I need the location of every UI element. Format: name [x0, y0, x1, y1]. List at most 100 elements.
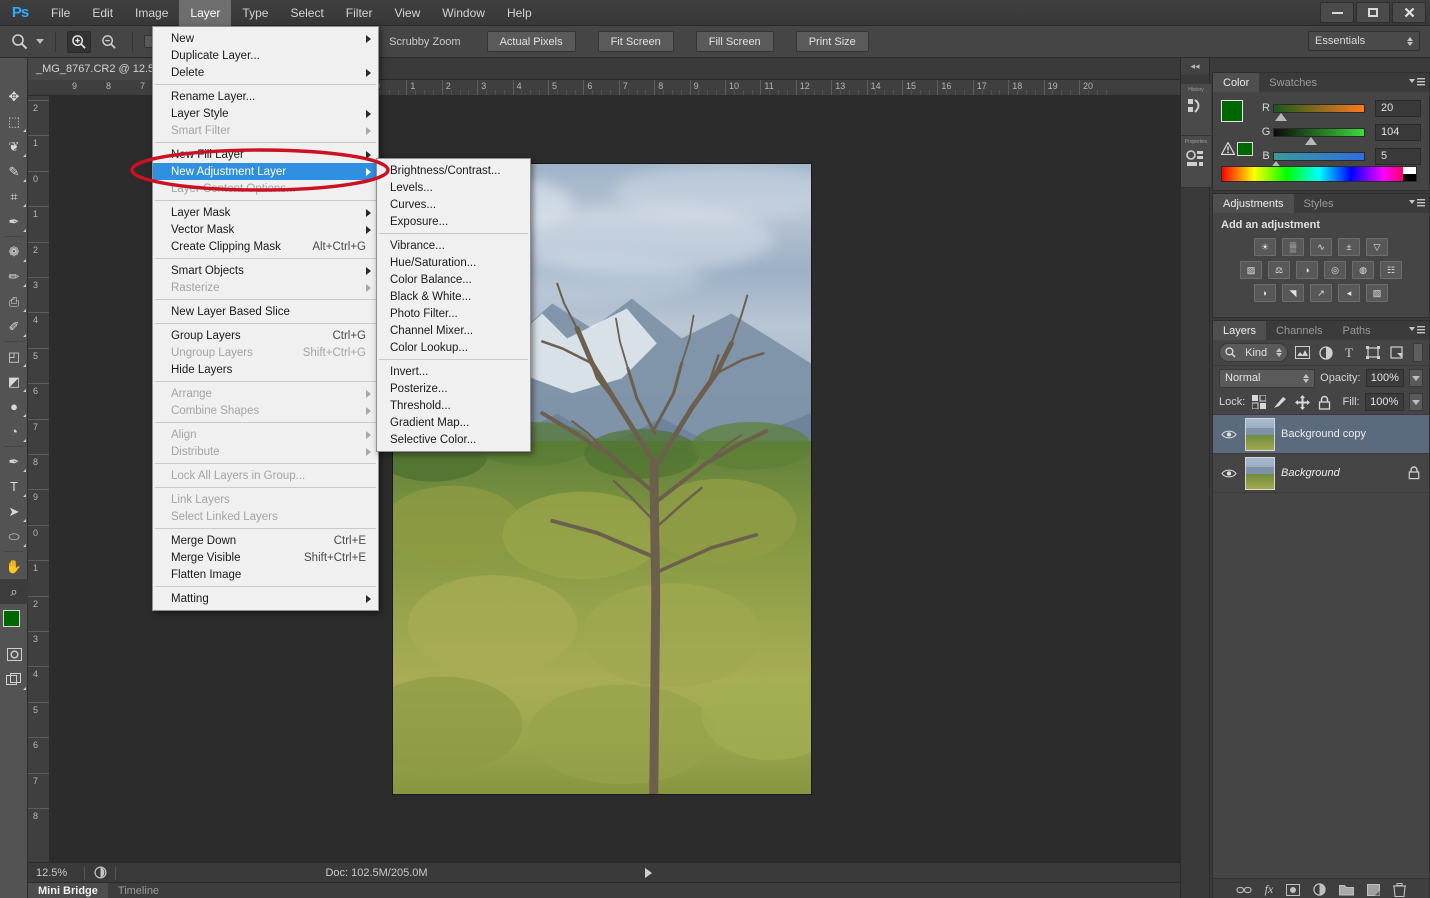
marquee-tool[interactable]: ⬚ [0, 109, 28, 134]
delete-layer-icon[interactable] [1393, 883, 1406, 897]
zoom-level-field[interactable]: 12.5% [28, 867, 84, 879]
menu-item-merge-down[interactable]: Merge DownCtrl+E [153, 532, 378, 549]
dodge-tool[interactable]: ◔ [0, 419, 28, 444]
menu-item-group-layers[interactable]: Group LayersCtrl+G [153, 327, 378, 344]
color-slider-track-b[interactable] [1273, 152, 1365, 161]
lasso-tool[interactable]: ❦ [0, 134, 28, 159]
menu-help[interactable]: Help [496, 0, 543, 26]
menu-item-smart-objects[interactable]: Smart Objects [153, 262, 378, 279]
layer-name[interactable]: Background [1281, 467, 1399, 479]
menu-image[interactable]: Image [124, 0, 179, 26]
zoom-in-icon[interactable] [67, 31, 91, 53]
clone-stamp-tool[interactable]: ⎙ [0, 289, 28, 314]
layer-row[interactable]: Background copy [1213, 415, 1429, 454]
close-button[interactable] [1392, 2, 1426, 23]
opacity-dropdown-icon[interactable] [1409, 369, 1423, 387]
preview-mode-icon[interactable] [85, 866, 115, 879]
screen-mode-icon[interactable] [0, 667, 28, 692]
color-value-g[interactable]: 104 [1375, 124, 1421, 141]
submenu-item-curves[interactable]: Curves... [377, 196, 530, 213]
submenu-item-threshold[interactable]: Threshold... [377, 397, 530, 414]
history-dock-item[interactable]: History [1181, 84, 1211, 136]
color-tab-swatches[interactable]: Swatches [1259, 73, 1327, 92]
tool-preset-chevron-icon[interactable] [36, 39, 44, 44]
menu-file[interactable]: File [40, 0, 81, 26]
adjustments-tab-styles[interactable]: Styles [1294, 194, 1344, 213]
menu-item-layer-style[interactable]: Layer Style [153, 105, 378, 122]
hand-tool[interactable]: ✋ [0, 554, 28, 579]
black-white-icon[interactable]: ◑ [1296, 261, 1318, 279]
exposure-icon[interactable]: ± [1338, 238, 1360, 256]
collapse-panels-button[interactable]: ◂◂ [1181, 58, 1209, 74]
menu-item-delete[interactable]: Delete [153, 64, 378, 81]
layer-visibility-eye-icon[interactable] [1219, 429, 1239, 440]
quick-mask-icon[interactable] [0, 642, 28, 667]
submenu-item-color-lookup[interactable]: Color Lookup... [377, 339, 530, 356]
menu-item-new-adjustment-layer[interactable]: New Adjustment Layer [153, 163, 378, 180]
adjustment-filter-icon[interactable] [1317, 343, 1335, 362]
color-panel-foreground-swatch[interactable] [1221, 100, 1243, 122]
color-slider-track-g[interactable] [1273, 128, 1365, 137]
layer-visibility-eye-icon[interactable] [1219, 468, 1239, 479]
submenu-item-channel-mixer[interactable]: Channel Mixer... [377, 322, 530, 339]
properties-dock-item[interactable]: Properties [1181, 136, 1211, 188]
maximize-button[interactable] [1356, 2, 1390, 23]
new-group-icon[interactable] [1339, 884, 1354, 896]
menu-item-new[interactable]: New [153, 30, 378, 47]
color-slider-knob-r[interactable] [1275, 113, 1287, 121]
workspace-selector[interactable]: Essentials [1308, 31, 1420, 51]
pen-tool[interactable]: ✒ [0, 449, 28, 474]
layer-name[interactable]: Background copy [1281, 428, 1423, 440]
out-of-gamut-swatch[interactable] [1237, 142, 1253, 156]
color-slider-track-r[interactable] [1273, 104, 1365, 113]
invert-icon[interactable]: ◗ [1254, 284, 1276, 302]
selective-color-icon[interactable]: ▧ [1366, 284, 1388, 302]
fit-screen-button[interactable]: Fit Screen [598, 31, 674, 52]
foreground-color-swatch[interactable] [3, 610, 20, 627]
menu-filter[interactable]: Filter [335, 0, 384, 26]
color-lookup-icon[interactable]: ☷ [1380, 261, 1402, 279]
menu-item-vector-mask[interactable]: Vector Mask [153, 221, 378, 238]
menu-select[interactable]: Select [279, 0, 334, 26]
add-layer-mask-icon[interactable] [1286, 884, 1300, 896]
quick-selection-tool[interactable]: ✎ [0, 159, 28, 184]
posterize-icon[interactable]: ◥ [1282, 284, 1304, 302]
spectrum-white-black[interactable] [1403, 167, 1416, 181]
hue-saturation-icon[interactable]: ▨ [1240, 261, 1262, 279]
smart-object-filter-icon[interactable] [1387, 343, 1405, 362]
menu-item-flatten-image[interactable]: Flatten Image [153, 566, 378, 583]
gradient-tool[interactable]: ◩ [0, 369, 28, 394]
new-layer-icon[interactable] [1367, 884, 1380, 896]
spot-healing-tool[interactable]: ❁ [0, 239, 28, 264]
submenu-item-photo-filter[interactable]: Photo Filter... [377, 305, 530, 322]
layers-panel-menu-icon[interactable] [1409, 325, 1425, 335]
opacity-value[interactable]: 100% [1366, 369, 1405, 387]
link-layers-icon[interactable] [1236, 885, 1252, 895]
gradient-map-icon[interactable]: ◂ [1338, 284, 1360, 302]
layers-tab-paths[interactable]: Paths [1333, 321, 1381, 340]
menu-item-rename-layer[interactable]: Rename Layer... [153, 88, 378, 105]
fill-dropdown-icon[interactable] [1409, 393, 1423, 411]
zoom-out-icon[interactable] [97, 31, 121, 53]
lock-position-icon[interactable] [1294, 393, 1311, 411]
photo-filter-icon[interactable]: ◎ [1324, 261, 1346, 279]
color-panel-menu-icon[interactable] [1409, 77, 1425, 87]
zoom-tool[interactable]: ⌕ [0, 579, 28, 604]
menu-item-new-fill-layer[interactable]: New Fill Layer [153, 146, 378, 163]
menu-item-duplicate-layer[interactable]: Duplicate Layer... [153, 47, 378, 64]
color-balance-icon[interactable]: ⚖ [1268, 261, 1290, 279]
bottom-tab-timeline[interactable]: Timeline [108, 883, 169, 898]
fill-value[interactable]: 100% [1365, 393, 1404, 411]
threshold-icon[interactable]: ↗ [1310, 284, 1332, 302]
submenu-item-selective-color[interactable]: Selective Color... [377, 431, 530, 448]
menu-item-new-layer-based-slice[interactable]: New Layer Based Slice [153, 303, 378, 320]
vibrance-icon[interactable]: ▽ [1366, 238, 1388, 256]
menu-item-matting[interactable]: Matting [153, 590, 378, 607]
history-brush-tool[interactable]: ✐ [0, 314, 28, 339]
color-swatches-tool[interactable] [0, 608, 28, 642]
layers-tab-channels[interactable]: Channels [1266, 321, 1332, 340]
submenu-item-exposure[interactable]: Exposure... [377, 213, 530, 230]
menu-type[interactable]: Type [231, 0, 279, 26]
shape-filter-icon[interactable] [1364, 343, 1382, 362]
levels-icon[interactable]: ▒ [1282, 238, 1304, 256]
